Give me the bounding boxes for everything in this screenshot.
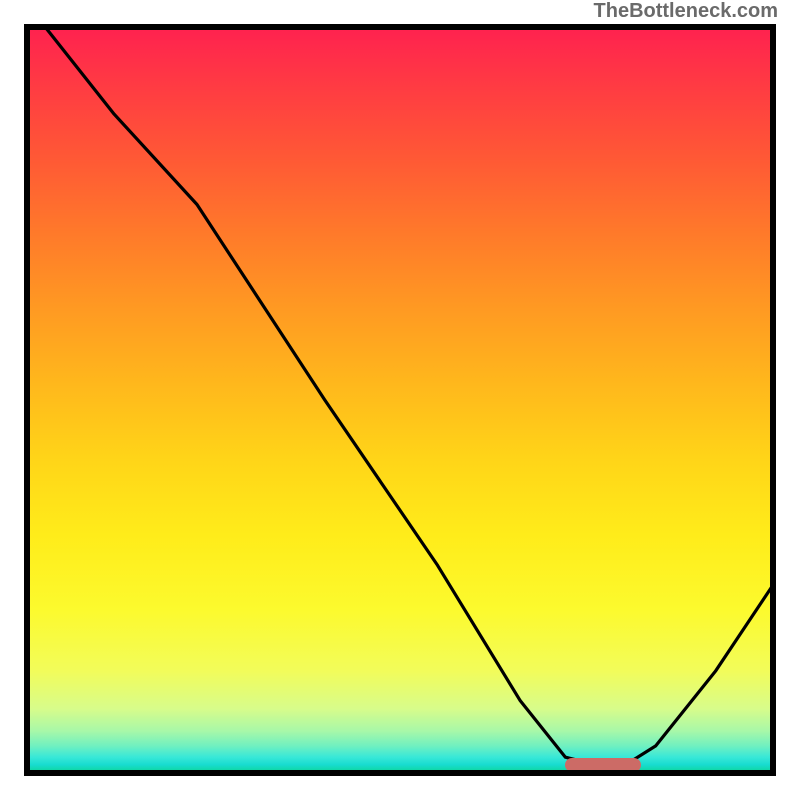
optimum-marker (565, 758, 640, 772)
gradient-background (24, 24, 776, 776)
watermark-text: TheBottleneck.com (594, 0, 778, 23)
bottleneck-chart: TheBottleneck.com (0, 0, 800, 800)
